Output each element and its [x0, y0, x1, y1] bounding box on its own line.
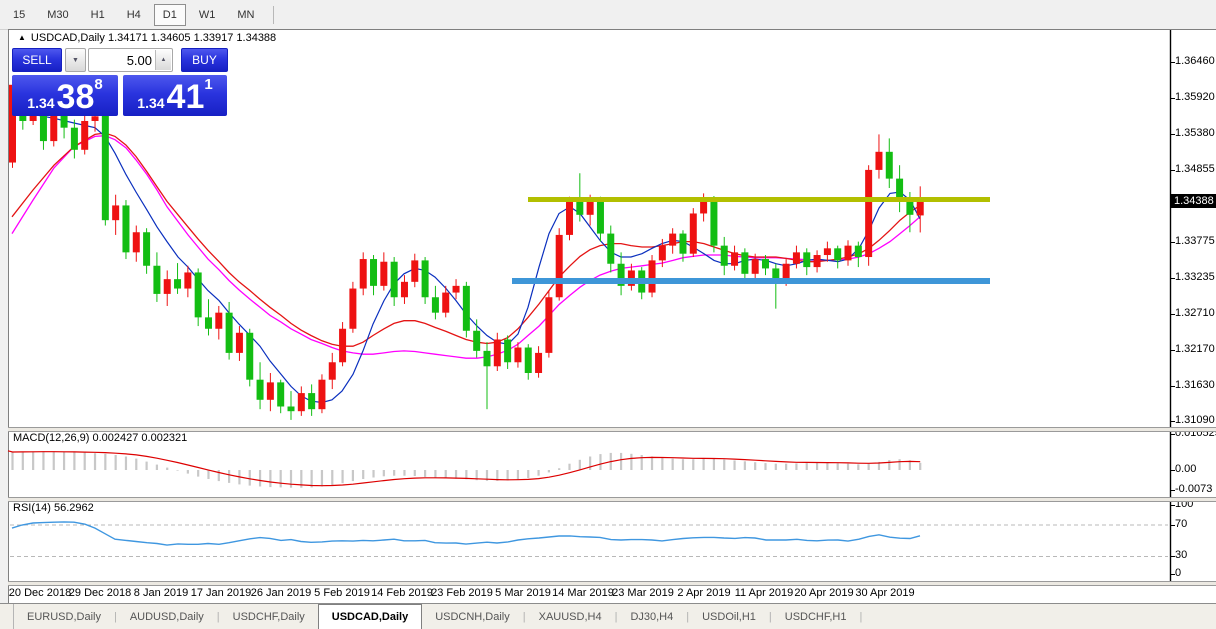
ask-pip-digit: 1 [204, 76, 212, 93]
current-price-tag: 1.34388 [1170, 194, 1216, 208]
bid-ask-row: 1.34388 1.34411 [12, 75, 228, 116]
date-axis-label: 17 Jan 2019 [191, 587, 252, 599]
price-axis-label: 1.33235 [1175, 271, 1215, 283]
date-axis-label: 2 Apr 2019 [677, 587, 730, 599]
macd-axis-label: 0.00 [1175, 463, 1196, 475]
macd-indicator-label: MACD(12,26,9) 0.002427 0.002321 [13, 432, 187, 444]
date-axis-label: 20 Dec 2018 [9, 587, 71, 599]
volume-value: 5.00 [127, 53, 152, 68]
support-line[interactable] [512, 278, 990, 284]
candles-layer [9, 76, 924, 420]
price-axis-label: 1.34855 [1175, 163, 1215, 175]
date-axis-label: 8 Jan 2019 [134, 587, 188, 599]
buy-button[interactable]: BUY [181, 48, 228, 72]
price-axis-label: 1.32710 [1175, 307, 1215, 319]
ask-main-digits: 41 [167, 84, 205, 111]
date-axis-label: 20 Apr 2019 [794, 587, 853, 599]
chevron-down-icon: ▼ [72, 57, 79, 64]
date-axis-label: 14 Feb 2019 [371, 587, 433, 599]
resistance-line[interactable] [528, 197, 990, 202]
rsi-indicator-label: RSI(14) 56.2962 [13, 502, 94, 514]
date-axis-label: 23 Feb 2019 [431, 587, 493, 599]
date-axis-label: 23 Mar 2019 [612, 587, 674, 599]
date-axis-label: 14 Mar 2019 [552, 587, 614, 599]
panel-separator[interactable] [8, 497, 1216, 502]
price-axis-label: 1.33775 [1175, 235, 1215, 247]
rsi-axis-label: 30 [1175, 549, 1187, 561]
rsi-axis-label: 0 [1175, 567, 1181, 579]
date-axis-label: 29 Dec 2018 [69, 587, 131, 599]
chevron-up-icon: ▲ [161, 57, 167, 63]
panel-separator[interactable] [8, 427, 1216, 432]
date-axis-label: 26 Jan 2019 [251, 587, 312, 599]
price-axis-label: 1.31630 [1175, 379, 1215, 391]
one-click-trading-panel: SELL ▼ 5.00 ▲ BUY 1.34388 1.34411 [12, 48, 228, 116]
price-axis-label: 1.35920 [1175, 91, 1215, 103]
macd-axis-label: -0.0073 [1175, 483, 1212, 495]
ask-prefix: 1.34 [137, 96, 164, 111]
price-axis-label: 1.31090 [1175, 414, 1215, 426]
chart-symbol-label: USDCAD,Daily [31, 32, 105, 44]
macd-layer [8, 451, 921, 488]
rsi-layer [10, 522, 1168, 557]
ask-price-button[interactable]: 1.34411 [123, 75, 227, 116]
date-axis-label: 30 Apr 2019 [855, 587, 914, 599]
mt4-window: 15M30H1H4D1W1MN ▲USDCAD,Daily 1.34171 1.… [0, 0, 1216, 629]
date-axis-label: 5 Feb 2019 [314, 587, 370, 599]
bid-price-button[interactable]: 1.34388 [12, 75, 118, 116]
bid-pip-digit: 8 [94, 76, 102, 93]
volume-spinner-up[interactable]: ▲ [155, 50, 171, 70]
rsi-axis-label: 70 [1175, 518, 1187, 530]
collapse-triangle-icon[interactable]: ▲ [18, 33, 26, 42]
panel-separator[interactable] [8, 581, 1216, 586]
trade-controls-row: SELL ▼ 5.00 ▲ BUY [12, 48, 228, 73]
bid-prefix: 1.34 [27, 96, 54, 111]
volume-input[interactable]: 5.00 ▲ [88, 48, 173, 72]
sell-button[interactable]: SELL [12, 48, 62, 72]
date-axis-label: 5 Mar 2019 [495, 587, 551, 599]
price-axis-label: 1.32170 [1175, 343, 1215, 355]
chart-ohlc-values: 1.34171 1.34605 1.33917 1.34388 [108, 32, 276, 44]
volume-dropdown-button[interactable]: ▼ [65, 48, 86, 72]
price-axis-label: 1.35380 [1175, 127, 1215, 139]
chart-title: ▲ USDCAD,Daily 1.34171 1.34605 1.33917 1.… [18, 32, 276, 44]
date-axis-label: 11 Apr 2019 [735, 587, 794, 599]
bid-main-digits: 38 [57, 84, 95, 111]
price-axis-label: 1.36460 [1175, 55, 1215, 67]
